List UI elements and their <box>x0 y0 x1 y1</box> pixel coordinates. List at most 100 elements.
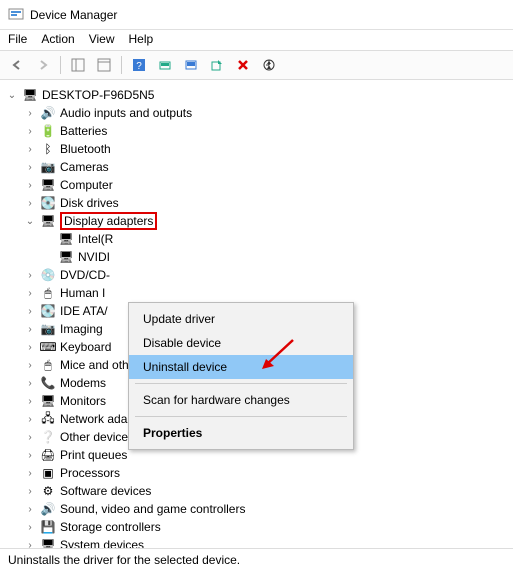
tree-item[interactable]: 🔊 Sound, video and game controllers <box>24 500 513 518</box>
tree-item[interactable]: ⚙ Software devices <box>24 482 513 500</box>
tree-item-label: Batteries <box>60 124 107 138</box>
chevron-right-icon[interactable] <box>24 467 36 479</box>
device-icon: 📷 <box>40 321 56 337</box>
chevron-right-icon[interactable] <box>24 395 36 407</box>
chevron-right-icon[interactable] <box>24 359 36 371</box>
tree-item[interactable]: 🖱 Human I <box>24 284 513 302</box>
menu-help[interactable]: Help <box>129 32 154 46</box>
forward-button[interactable] <box>32 54 54 76</box>
uninstall-device-button[interactable] <box>232 54 254 76</box>
toolbar-separator <box>121 56 122 74</box>
chevron-right-icon[interactable] <box>24 323 36 335</box>
ctx-update-driver[interactable]: Update driver <box>129 307 353 331</box>
device-icon: 🔋 <box>40 123 56 139</box>
device-icon: 🖥 <box>40 213 56 229</box>
svg-text:?: ? <box>136 61 142 72</box>
ctx-uninstall-device[interactable]: Uninstall device <box>129 355 353 379</box>
tree-item[interactable]: 💿 DVD/CD- <box>24 266 513 284</box>
device-icon: 🖱 <box>40 357 56 373</box>
chevron-right-icon[interactable] <box>24 341 36 353</box>
tree-item[interactable]: 🔊 Audio inputs and outputs <box>24 104 513 122</box>
device-tree[interactable]: 🖥 DESKTOP-F96D5N5 🔊 Audio inputs and outp… <box>0 80 513 548</box>
menu-view[interactable]: View <box>89 32 115 46</box>
back-button[interactable] <box>6 54 28 76</box>
menubar: File Action View Help <box>0 30 513 50</box>
chevron-right-icon[interactable] <box>24 431 36 443</box>
tree-item-display-adapters[interactable]: 🖥Display adapters <box>24 212 513 230</box>
scan-button[interactable] <box>154 54 176 76</box>
chevron-down-icon[interactable] <box>6 89 18 101</box>
device-icon: 🖨 <box>40 447 56 463</box>
device-icon: 💾 <box>40 519 56 535</box>
enable-device-button[interactable] <box>206 54 228 76</box>
tree-item-label: Imaging <box>60 322 103 336</box>
tree-item-label: Audio inputs and outputs <box>60 106 192 120</box>
update-driver-button[interactable] <box>180 54 202 76</box>
ctx-separator <box>135 383 347 384</box>
chevron-right-icon[interactable] <box>24 107 36 119</box>
tree-item-label: Sound, video and game controllers <box>60 502 245 516</box>
tree-item-label: Modems <box>60 376 106 390</box>
device-icon: ⚙ <box>40 483 56 499</box>
device-icon: 🖥 <box>40 537 56 548</box>
device-icon: 🔊 <box>40 105 56 121</box>
chevron-right-icon[interactable] <box>24 413 36 425</box>
chevron-right-icon[interactable] <box>24 179 36 191</box>
tree-root[interactable]: 🖥 DESKTOP-F96D5N5 <box>6 86 513 104</box>
device-icon: 🖱 <box>40 285 56 301</box>
chevron-right-icon[interactable] <box>24 269 36 281</box>
tree-item-label: Display adapters <box>60 212 157 230</box>
show-hide-tree-button[interactable] <box>67 54 89 76</box>
tree-item[interactable]: 📷Cameras <box>24 158 513 176</box>
tree-item-adapter[interactable]: 🖥Intel(R <box>42 230 513 248</box>
device-icon: 💽 <box>40 303 56 319</box>
chevron-right-icon[interactable] <box>24 161 36 173</box>
chevron-right-icon[interactable] <box>24 125 36 137</box>
legacy-hw-button[interactable] <box>258 54 280 76</box>
tree-item[interactable]: 💽Disk drives <box>24 194 513 212</box>
chevron-right-icon[interactable] <box>24 539 36 548</box>
chevron-right-icon[interactable] <box>24 449 36 461</box>
tree-item-label: Human I <box>60 286 105 300</box>
device-icon: 🖥 <box>40 393 56 409</box>
tree-item-label: Other devices <box>60 430 134 444</box>
chevron-right-icon[interactable] <box>24 485 36 497</box>
tree-item[interactable]: 🖥Computer <box>24 176 513 194</box>
chevron-down-icon[interactable] <box>24 215 36 227</box>
chevron-right-icon[interactable] <box>24 143 36 155</box>
tree-item-label: IDE ATA/ <box>60 304 108 318</box>
status-bar: Uninstalls the driver for the selected d… <box>0 548 513 571</box>
chevron-right-icon[interactable] <box>24 287 36 299</box>
device-icon: 💽 <box>40 195 56 211</box>
chevron-right-icon[interactable] <box>24 521 36 533</box>
chevron-right-icon[interactable] <box>24 197 36 209</box>
toolbar-separator <box>60 56 61 74</box>
ctx-disable-device[interactable]: Disable device <box>129 331 353 355</box>
ctx-separator <box>135 416 347 417</box>
tree-item[interactable]: ▣Processors <box>24 464 513 482</box>
tree-item-adapter[interactable]: 🖥NVIDI <box>42 248 513 266</box>
chevron-right-icon[interactable] <box>24 503 36 515</box>
menu-file[interactable]: File <box>8 32 27 46</box>
ctx-scan-hardware[interactable]: Scan for hardware changes <box>129 388 353 412</box>
tree-item-label: DVD/CD- <box>60 268 110 282</box>
tree-item[interactable]: 🖥System devices <box>24 536 513 548</box>
device-icon: ⌨ <box>40 339 56 355</box>
tree-item[interactable]: ᛒBluetooth <box>24 140 513 158</box>
device-icon: 💿 <box>40 267 56 283</box>
ctx-properties[interactable]: Properties <box>129 421 353 445</box>
properties-button[interactable] <box>93 54 115 76</box>
chevron-right-icon[interactable] <box>24 377 36 389</box>
device-icon: 🔊 <box>40 501 56 517</box>
tree-item-label: NVIDI <box>78 250 110 264</box>
device-icon: ᛒ <box>40 141 56 157</box>
menu-action[interactable]: Action <box>41 32 74 46</box>
tree-item-label: Software devices <box>60 484 151 498</box>
chevron-right-icon[interactable] <box>24 305 36 317</box>
window-title: Device Manager <box>30 8 117 22</box>
tree-item[interactable]: 🔋 Batteries <box>24 122 513 140</box>
help-button[interactable]: ? <box>128 54 150 76</box>
tree-item[interactable]: 💾Storage controllers <box>24 518 513 536</box>
device-icon: 🖧 <box>40 411 56 427</box>
titlebar: Device Manager <box>0 0 513 30</box>
